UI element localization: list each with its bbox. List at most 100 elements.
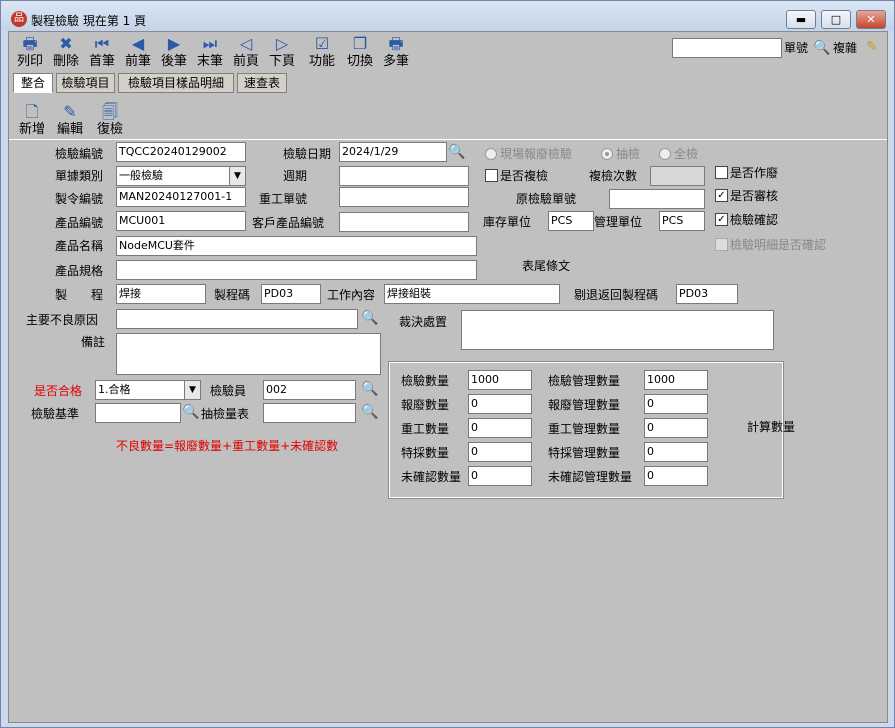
toolbar-button-label: 切換 <box>346 54 373 69</box>
maximize-button[interactable]: □ <box>821 10 851 29</box>
radio-sample[interactable] <box>601 148 613 160</box>
disposition-field[interactable] <box>461 310 774 350</box>
edit-icon: ✎ <box>63 102 77 121</box>
printer-icon: 🖶 <box>22 34 38 53</box>
radio-full[interactable] <box>659 148 671 160</box>
toolbar-printer-button[interactable]: 🖶 列印 <box>13 34 47 72</box>
new-doc-button[interactable]: 🗋 新增 <box>15 102 49 140</box>
is-reviewed-checkbox[interactable]: ✓ <box>715 189 728 202</box>
product-name-label: 產品名稱 <box>55 239 104 253</box>
scrap-mgmt-field[interactable]: 0 <box>644 394 708 414</box>
minimize-button[interactable]: ▬ <box>786 10 816 29</box>
toolbar-next-page-button[interactable]: ▷ 下頁 <box>265 34 299 72</box>
is-pass-select[interactable]: 1.合格 ▼ <box>95 380 201 400</box>
scrap-qty-field[interactable]: 0 <box>468 394 532 414</box>
product-name-field[interactable]: NodeMCU套件 <box>116 236 477 256</box>
is-void-label: 是否作廢 <box>730 166 779 180</box>
is-pass-label: 是否合格 <box>34 384 83 398</box>
tab-0[interactable]: 整合 <box>13 73 53 93</box>
special-qty-label: 特採數量 <box>401 446 450 460</box>
is-void-checkbox[interactable] <box>715 166 728 179</box>
chevron-down-icon[interactable]: ▼ <box>229 167 245 185</box>
product-no-field[interactable]: MCU001 <box>116 211 246 231</box>
unconfirmed-qty-field[interactable]: 0 <box>468 466 532 486</box>
recheck-count-field[interactable] <box>650 166 705 186</box>
doc-type-value: 一般檢驗 <box>119 169 163 182</box>
defect-search-icon[interactable]: 🔍 <box>361 309 379 327</box>
date-picker-icon[interactable]: 🔍 <box>448 143 466 161</box>
toolbar-button-label: 列印 <box>16 54 43 69</box>
special-qty-field[interactable]: 0 <box>468 442 532 462</box>
inspect-qty-label: 檢驗數量 <box>401 374 450 388</box>
return-code-field[interactable]: PD03 <box>676 284 738 304</box>
toolbar-last-record-button[interactable]: ⏭ 末筆 <box>193 34 227 72</box>
process-code-field[interactable]: PD03 <box>261 284 321 304</box>
toolbar-multi-record-button[interactable]: 🖶 多筆 <box>379 34 413 72</box>
unconfirmed-mgmt-field[interactable]: 0 <box>644 466 708 486</box>
chevron-down-icon[interactable]: ▼ <box>184 381 200 399</box>
cust-product-field[interactable] <box>339 212 469 232</box>
rework-mgmt-field[interactable]: 0 <box>644 418 708 438</box>
standard-search-icon[interactable]: 🔍 <box>182 403 200 421</box>
toolbar-first-record-button[interactable]: ⏮ 首筆 <box>85 34 119 72</box>
toolbar-button-label: 末筆 <box>196 54 223 69</box>
prev-record-icon: ◀ <box>131 34 145 53</box>
sample-table-field[interactable] <box>263 403 356 423</box>
standard-label: 檢驗基準 <box>31 407 80 421</box>
toolbar-prev-page-button[interactable]: ◁ 前頁 <box>229 34 263 72</box>
special-mgmt-field[interactable]: 0 <box>644 442 708 462</box>
is-recheck-checkbox[interactable] <box>485 169 498 182</box>
doc-number-input[interactable] <box>672 38 782 58</box>
doc-type-select[interactable]: 一般檢驗 ▼ <box>116 166 246 186</box>
edit-button[interactable]: ✎ 編輯 <box>53 102 87 140</box>
copy-icon[interactable]: ✎ <box>863 38 881 56</box>
toolbar-button-label: 功能 <box>308 54 335 69</box>
next-record-icon: ▶ <box>167 34 181 53</box>
rework-qty-field[interactable]: 0 <box>468 418 532 438</box>
search-icon[interactable]: 🔍 <box>813 39 831 57</box>
toolbar-function-button[interactable]: ☑ 功能 <box>305 34 339 72</box>
inspector-field[interactable]: 002 <box>263 380 356 400</box>
tab-2[interactable]: 檢驗項目樣品明細 <box>118 73 234 93</box>
sample-table-search-icon[interactable]: 🔍 <box>361 403 379 421</box>
radio-onsite-scrap[interactable] <box>485 148 497 160</box>
toolbar-next-record-button[interactable]: ▶ 後筆 <box>157 34 191 72</box>
remark-field[interactable] <box>116 333 381 375</box>
detail-confirm-checkbox[interactable] <box>715 238 728 251</box>
rework-qty-label: 重工數量 <box>401 422 450 436</box>
orig-inspection-field[interactable] <box>609 189 705 209</box>
toolbar-switch-button[interactable]: ❐ 切換 <box>343 34 377 72</box>
inspector-search-icon[interactable]: 🔍 <box>361 380 379 398</box>
stock-unit-label: 庫存單位 <box>483 215 532 229</box>
close-button[interactable]: ✕ <box>856 10 886 29</box>
toolbar-prev-record-button[interactable]: ◀ 前筆 <box>121 34 155 72</box>
standard-field[interactable] <box>95 403 181 423</box>
toolbar-delete-button[interactable]: ✖ 刪除 <box>49 34 83 72</box>
scrap-qty-label: 報廢數量 <box>401 398 450 412</box>
work-content-field[interactable]: 焊接組裝 <box>384 284 560 304</box>
orig-inspection-label: 原檢驗單號 <box>516 192 577 206</box>
product-spec-field[interactable] <box>116 260 477 280</box>
process-field[interactable]: 焊接 <box>116 284 206 304</box>
toolbar-button-label: 多筆 <box>382 54 409 69</box>
inspect-confirm-checkbox[interactable]: ✓ <box>715 213 728 226</box>
inspect-mgmt-field[interactable]: 1000 <box>644 370 708 390</box>
inspection-date-field[interactable]: 2024/1/29 <box>339 142 447 162</box>
inspection-no-field[interactable]: TQCC20240129002 <box>116 142 246 162</box>
main-defect-field[interactable] <box>116 309 358 329</box>
unconfirmed-qty-label: 未確認數量 <box>401 470 462 484</box>
next-page-icon: ▷ <box>275 34 289 53</box>
period-field[interactable] <box>339 166 469 186</box>
tab-1[interactable]: 檢驗項目 <box>56 73 115 93</box>
title-bar: 品 製程檢驗 現在第 1 頁 ▬ □ ✕ <box>1 1 894 31</box>
calc-quantity-button[interactable]: 計算數量 <box>747 419 795 435</box>
mgmt-unit-field[interactable]: PCS <box>659 211 705 231</box>
inspect-qty-field[interactable]: 1000 <box>468 370 532 390</box>
disposition-label: 裁決處置 <box>399 315 448 329</box>
recheck-button[interactable]: 🗐 復檢 <box>93 102 127 140</box>
is-pass-value: 1.合格 <box>98 383 131 396</box>
rework-no-field[interactable] <box>339 187 469 207</box>
stock-unit-field[interactable]: PCS <box>548 211 594 231</box>
tab-3[interactable]: 速查表 <box>237 73 287 93</box>
mo-no-field[interactable]: MAN20240127001-1 <box>116 187 246 207</box>
